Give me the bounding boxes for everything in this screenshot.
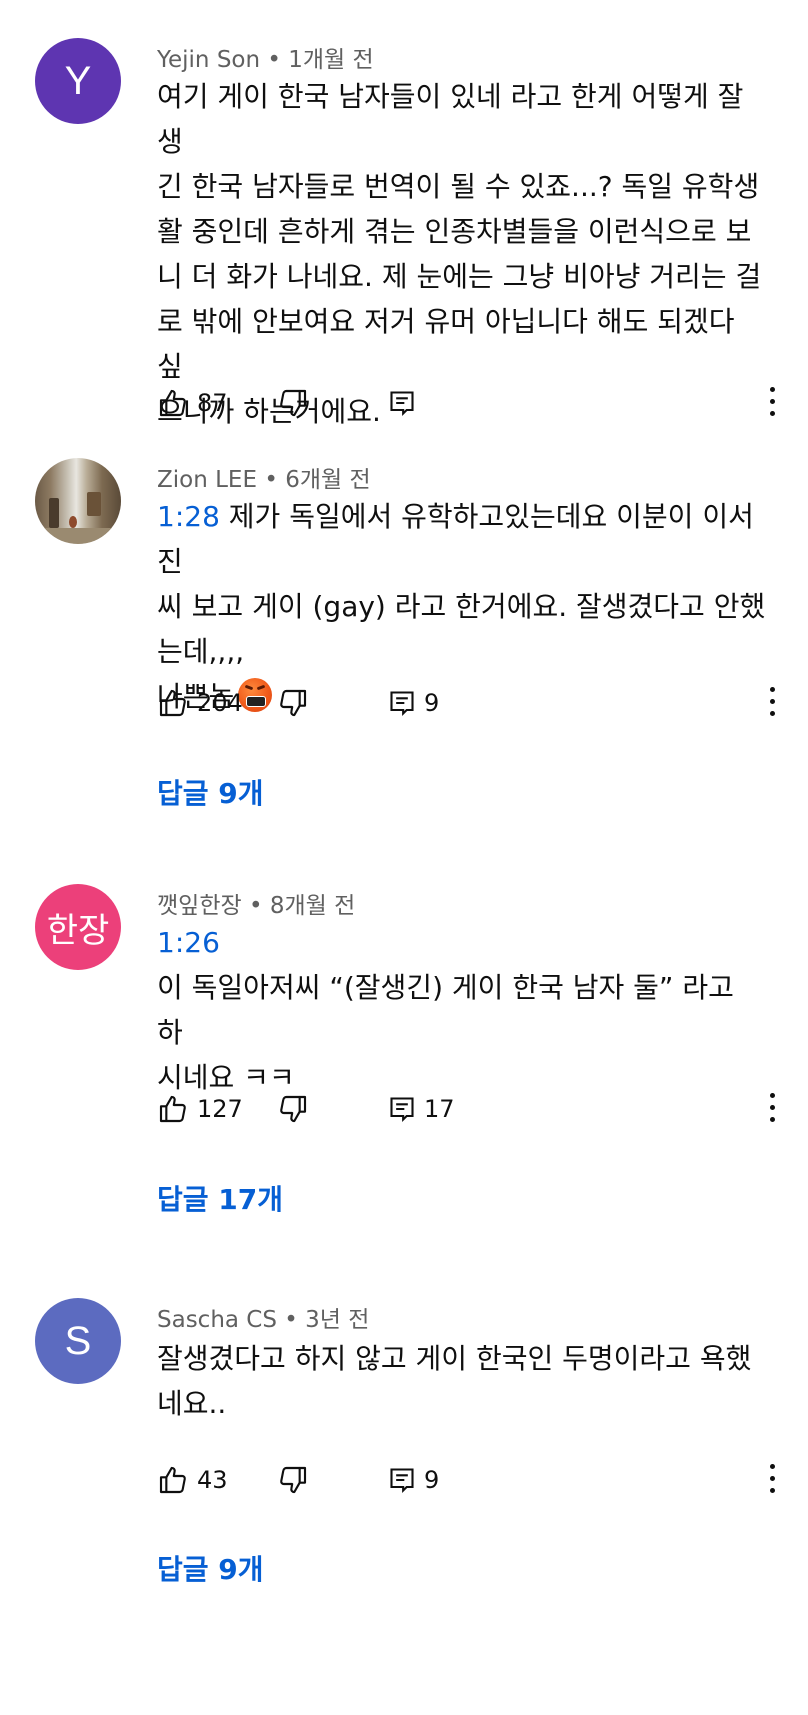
dislike-icon bbox=[280, 689, 307, 717]
dislike-icon bbox=[280, 1095, 307, 1123]
avatar[interactable] bbox=[35, 458, 121, 544]
reply-icon bbox=[390, 691, 414, 717]
like-icon bbox=[159, 1095, 186, 1123]
author-name[interactable]: Zion LEE bbox=[157, 467, 257, 493]
reply-button[interactable]: 17 bbox=[388, 1089, 455, 1129]
comment-text: 잘생겼다고 하지 않고 게이 한국인 두명이라고 욕했 네요.. bbox=[157, 1342, 752, 1420]
dislike-button[interactable] bbox=[277, 1089, 309, 1129]
reply-count: 17 bbox=[424, 1095, 455, 1123]
comment-meta: Zion LEE • 6개월 전 bbox=[157, 460, 371, 494]
like-icon bbox=[159, 689, 186, 717]
like-icon bbox=[159, 389, 186, 417]
avatar[interactable]: S bbox=[35, 1298, 121, 1384]
like-count: 87 bbox=[197, 389, 228, 417]
reply-icon bbox=[390, 1097, 414, 1123]
more-options-icon[interactable] bbox=[768, 1093, 776, 1125]
view-replies-link[interactable]: 답글 9개 bbox=[157, 1548, 264, 1588]
reply-icon bbox=[390, 1468, 414, 1494]
reply-count: 9 bbox=[424, 1466, 440, 1494]
like-button[interactable]: 204 bbox=[157, 683, 243, 723]
like-count: 43 bbox=[197, 1466, 228, 1494]
like-icon bbox=[159, 1466, 186, 1494]
avatar[interactable]: 한장 bbox=[35, 884, 121, 970]
reply-icon bbox=[390, 391, 414, 417]
like-button[interactable]: 87 bbox=[157, 383, 228, 423]
like-count: 127 bbox=[197, 1095, 243, 1123]
meta-separator: • bbox=[264, 467, 278, 493]
comment-actions: 87 bbox=[0, 383, 808, 423]
avatar-text: 한장 bbox=[46, 910, 110, 951]
reply-button[interactable]: 9 bbox=[388, 683, 439, 723]
like-button[interactable]: 43 bbox=[157, 1460, 228, 1500]
reply-button[interactable] bbox=[388, 383, 416, 423]
view-replies-link[interactable]: 답글 9개 bbox=[157, 772, 264, 812]
dislike-button[interactable] bbox=[277, 683, 309, 723]
comment-time[interactable]: 8개월 전 bbox=[270, 893, 355, 919]
reply-count: 9 bbox=[424, 689, 440, 717]
comment-meta: Sascha CS • 3년 전 bbox=[157, 1300, 369, 1334]
like-button[interactable]: 127 bbox=[157, 1089, 243, 1129]
comment-body: 제가 독일에서 유학하고있는데요 이분이 이서진 씨 보고 게이 (gay) 라… bbox=[157, 500, 766, 668]
meta-separator: • bbox=[248, 893, 263, 919]
more-options-icon[interactable] bbox=[768, 387, 776, 419]
comment-time[interactable]: 3년 전 bbox=[305, 1307, 369, 1333]
comment-meta: 깻잎한장 • 8개월 전 bbox=[157, 886, 355, 920]
comment-time[interactable]: 6개월 전 bbox=[285, 467, 370, 493]
author-name[interactable]: Yejin Son bbox=[157, 47, 260, 73]
meta-separator: • bbox=[284, 1307, 298, 1333]
reply-button[interactable]: 9 bbox=[388, 1460, 439, 1500]
avatar[interactable]: Y bbox=[35, 38, 121, 124]
comment-time[interactable]: 1개월 전 bbox=[288, 47, 373, 73]
avatar-letter: S bbox=[64, 1318, 92, 1363]
timestamp-link[interactable]: 1:28 bbox=[157, 500, 220, 533]
author-name[interactable]: 깻잎한장 bbox=[157, 893, 242, 919]
comment-actions: 127 17 bbox=[0, 1089, 808, 1129]
comment-text: 여기 게이 한국 남자들이 있네 라고 한게 어떻게 잘생 긴 한국 남자들로 … bbox=[157, 80, 762, 428]
avatar-letter: Y bbox=[64, 58, 92, 103]
dislike-button[interactable] bbox=[277, 1460, 309, 1500]
comment-meta: Yejin Son • 1개월 전 bbox=[157, 40, 374, 74]
more-options-icon[interactable] bbox=[768, 1464, 776, 1496]
comment-actions: 204 9 bbox=[0, 683, 808, 723]
comment-text: 1:26 이 독일아저씨 “(잘생긴) 게이 한국 남자 둘” 라고 하 시네요… bbox=[157, 920, 767, 1100]
meta-separator: • bbox=[267, 47, 281, 73]
view-replies-link[interactable]: 답글 17개 bbox=[157, 1178, 283, 1218]
dislike-icon bbox=[280, 1466, 307, 1494]
comment-body: 이 독일아저씨 “(잘생긴) 게이 한국 남자 둘” 라고 하 시네요 ㅋㅋ bbox=[157, 971, 734, 1094]
more-options-icon[interactable] bbox=[768, 687, 776, 719]
comment-actions: 43 9 bbox=[0, 1460, 808, 1500]
dislike-icon bbox=[280, 389, 307, 417]
timestamp-link[interactable]: 1:26 bbox=[157, 926, 220, 959]
author-name[interactable]: Sascha CS bbox=[157, 1307, 277, 1333]
like-count: 204 bbox=[197, 689, 243, 717]
dislike-button[interactable] bbox=[277, 383, 309, 423]
